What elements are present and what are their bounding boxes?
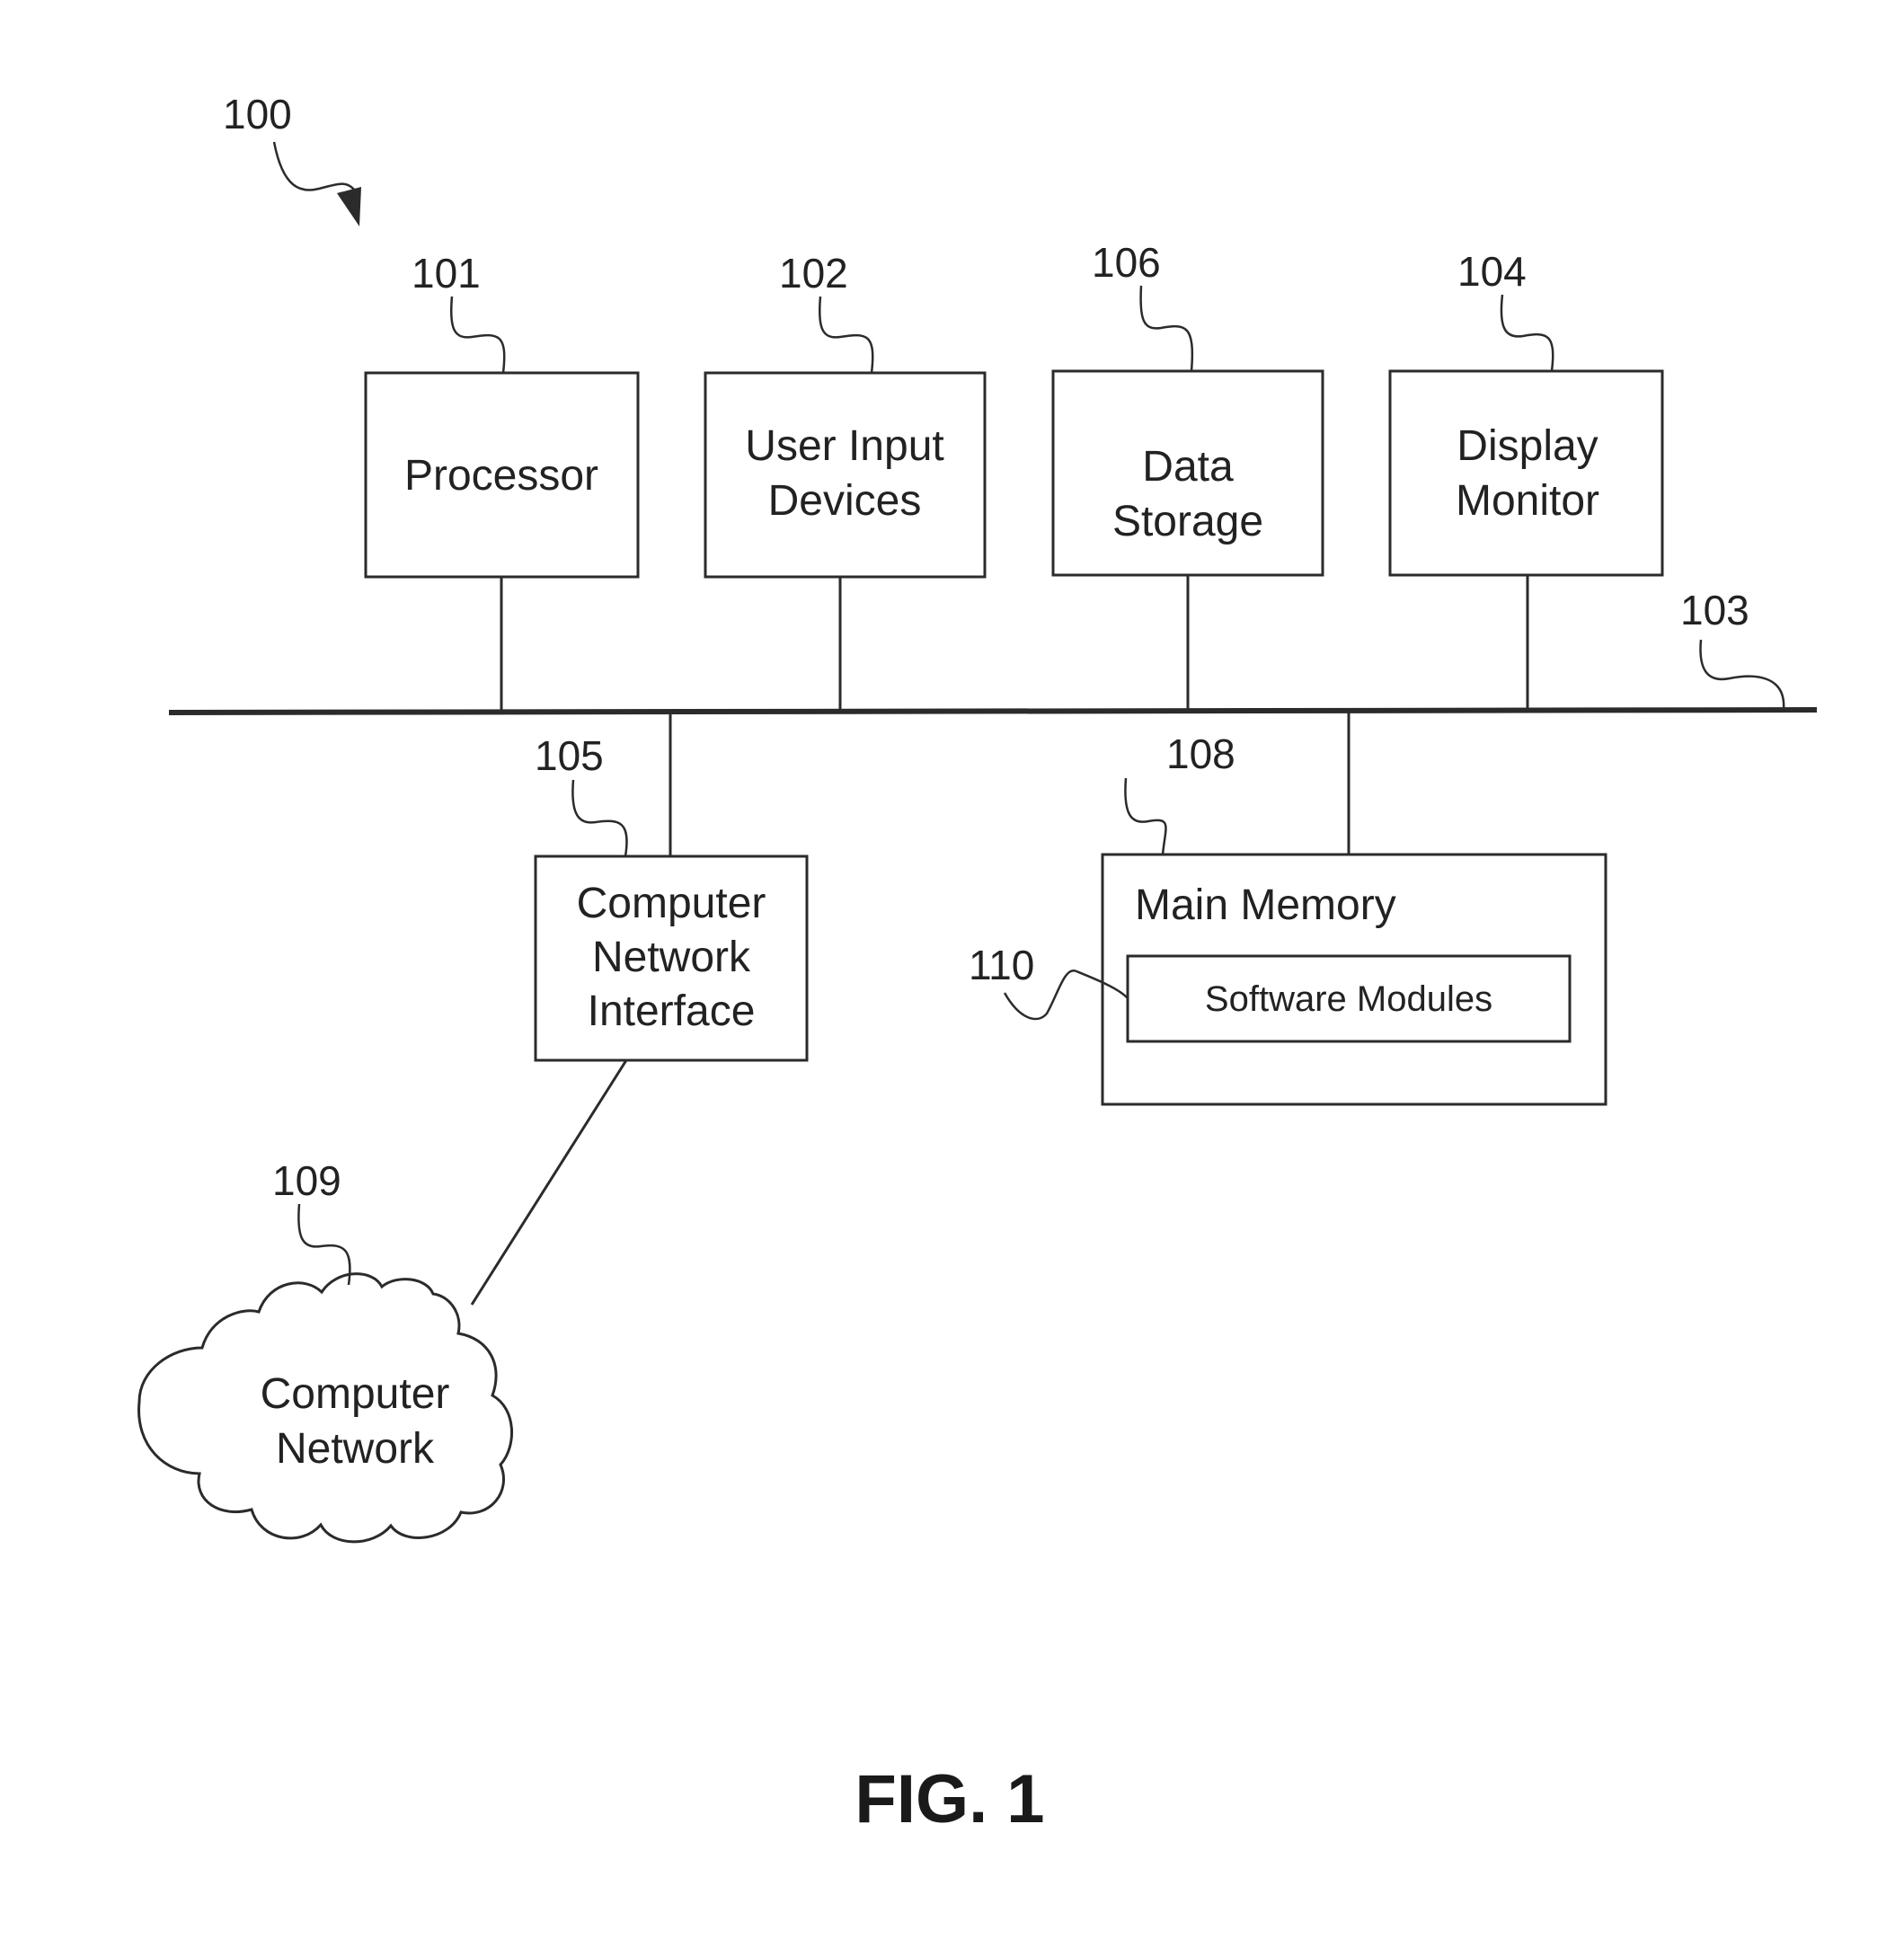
display-monitor-label-line1: Display <box>1457 422 1598 470</box>
user-input-block[interactable]: User Input Devices <box>704 371 987 579</box>
software-modules-ref-label: 110 <box>969 942 1034 988</box>
user-input-label-line1: User Input <box>745 422 943 470</box>
block-diagram: 100 103 Processor 101 User Input Devices… <box>137 91 1818 1837</box>
main-memory-ref-lead <box>1124 777 1167 855</box>
figure-caption: FIG. 1 <box>855 1761 1044 1837</box>
network-ref-label: 109 <box>272 1157 341 1204</box>
processor-ref-lead <box>450 296 506 374</box>
system-ref-lead <box>272 141 356 191</box>
bus-ref-label: 103 <box>1680 587 1749 633</box>
network-interface-ref-lead <box>571 779 628 857</box>
user-input-box[interactable] <box>704 371 987 579</box>
data-storage-label-line1: Data <box>1142 443 1234 491</box>
display-monitor-box[interactable] <box>1388 369 1664 577</box>
software-modules-label: Software Modules <box>1205 979 1492 1019</box>
network-label-line2: Network <box>276 1425 435 1473</box>
arrowhead-icon <box>337 187 361 226</box>
processor-block[interactable]: Processor <box>364 371 640 579</box>
user-input-ref-lead <box>819 296 874 374</box>
interface-network-link <box>470 1059 628 1306</box>
display-monitor-block[interactable]: Display Monitor <box>1388 369 1664 577</box>
system-ref-label: 100 <box>223 91 292 137</box>
main-memory-ref-label: 108 <box>1166 730 1235 777</box>
network-label-line1: Computer <box>261 1370 450 1418</box>
bus-ref-lead <box>1699 639 1785 711</box>
network-interface-label-line2: Network <box>592 934 751 981</box>
main-memory-block[interactable]: Main Memory Software Modules <box>1101 853 1607 1106</box>
display-monitor-ref-lead <box>1500 294 1554 372</box>
software-modules-block[interactable]: Software Modules <box>1126 954 1572 1043</box>
display-monitor-ref-label: 104 <box>1457 248 1527 295</box>
data-storage-label-line2: Storage <box>1112 498 1263 545</box>
network-interface-ref-label: 105 <box>535 732 604 779</box>
user-input-ref-label: 102 <box>779 250 848 297</box>
data-storage-ref-label: 106 <box>1092 239 1161 286</box>
data-storage-ref-lead <box>1139 285 1194 372</box>
network-ref-lead <box>297 1203 351 1286</box>
processor-label: Processor <box>404 452 598 500</box>
system-bus <box>168 707 1818 715</box>
processor-ref-label: 101 <box>412 250 481 297</box>
data-storage-block[interactable]: Data Storage <box>1051 369 1324 577</box>
display-monitor-label-line2: Monitor <box>1456 477 1599 525</box>
network-interface-label-line3: Interface <box>588 987 756 1035</box>
network-interface-block[interactable]: Computer Network Interface <box>534 854 809 1062</box>
computer-network-cloud[interactable]: Computer Network <box>137 1272 513 1544</box>
user-input-label-line2: Devices <box>768 477 922 525</box>
main-memory-label: Main Memory <box>1135 881 1396 929</box>
network-interface-label-line1: Computer <box>577 880 766 927</box>
